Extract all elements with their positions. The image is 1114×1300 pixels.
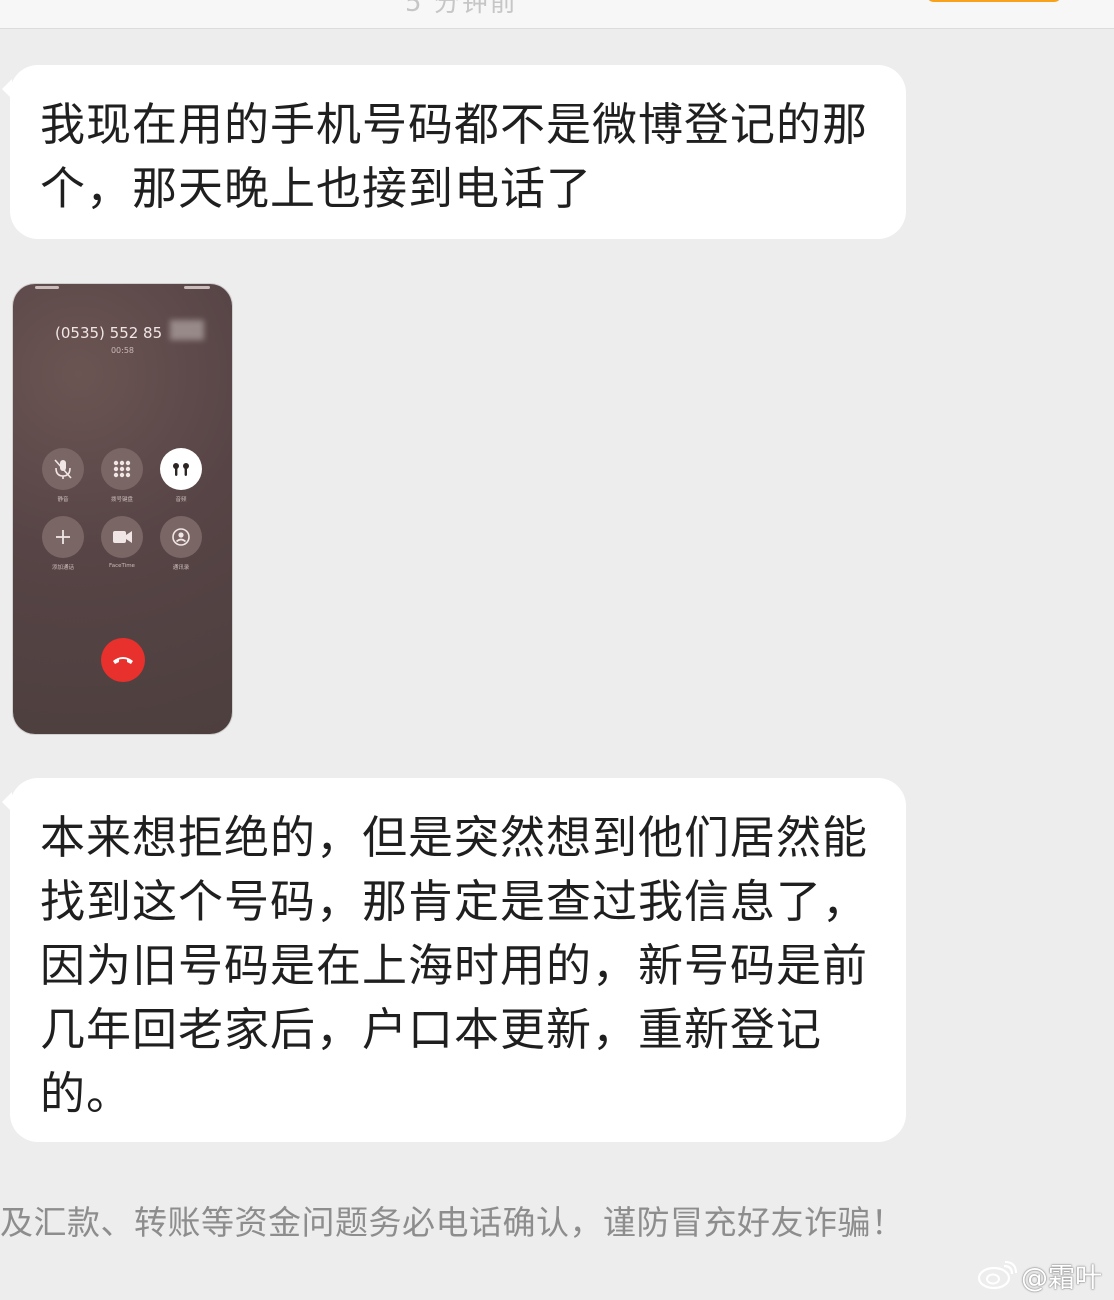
watermark: @霜叶 [977, 1258, 1102, 1294]
message-bubble[interactable]: 本来想拒绝的，但是突然想到他们居然能找到这个号码，那肯定是查过我信息了，因为旧号… [2, 778, 906, 1142]
status-bar [13, 286, 232, 290]
caller-number: (0535) 552 85 [55, 324, 163, 342]
airpods-icon [160, 448, 202, 490]
button-label: 静音 [57, 497, 69, 503]
contacts-icon [160, 516, 202, 558]
keypad-icon [101, 448, 143, 490]
call-duration: 00:58 [110, 346, 135, 355]
message-bubble[interactable]: 我现在用的手机号码都不是微博登记的那个，那天晚上也接到电话了 [2, 65, 906, 239]
fraud-warning-notice: 及汇款、转账等资金问题务必电话确认，谨防冒充好友诈骗！ [0, 1203, 905, 1242]
message-text: 本来想拒绝的，但是突然想到他们居然能找到这个号码，那肯定是查过我信息了，因为旧号… [40, 811, 869, 1120]
plus-icon [42, 516, 84, 558]
button-label: FaceTime [109, 563, 135, 569]
button-label: 音频 [175, 497, 187, 503]
call-screenshot-image[interactable]: (0535) 552 85 00:58 静音 拨号键盘 音频 添加通话 Face… [13, 284, 232, 734]
message-text: 我现在用的手机号码都不是微博登记的那个，那天晚上也接到电话了 [40, 98, 869, 215]
facetime-icon [101, 516, 143, 558]
end-call-icon [101, 638, 145, 682]
top-bar: 5 分钟前 [0, 0, 1114, 29]
bubble-tail [2, 79, 12, 99]
watermark-handle: @霜叶 [1021, 1262, 1102, 1294]
button-label: 拨号键盘 [110, 497, 133, 503]
redacted-digits [170, 320, 204, 340]
orange-action-button[interactable] [926, 0, 1062, 2]
button-label: 添加通话 [51, 565, 74, 571]
timestamp: 5 分钟前 [405, 0, 518, 18]
mic-off-icon [42, 448, 84, 490]
weibo-logo-icon [977, 1261, 1017, 1290]
button-label: 通讯录 [172, 565, 190, 571]
bubble-tail [2, 792, 12, 812]
